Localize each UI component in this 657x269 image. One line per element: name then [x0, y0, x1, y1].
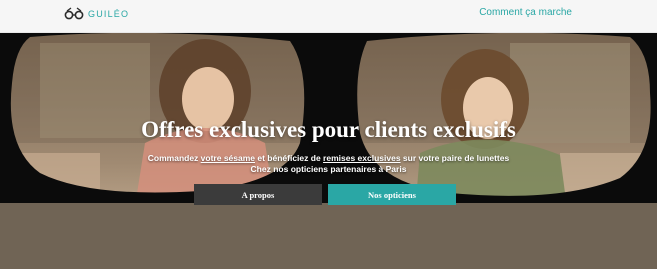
glasses-logo-icon — [64, 7, 84, 21]
how-it-works-link[interactable]: Comment ça marche — [479, 7, 572, 18]
hero-background-image — [0, 33, 657, 269]
exclusive-discounts-link[interactable]: remises exclusives — [323, 153, 401, 163]
top-navigation-bar: GUILÉO Comment ça marche — [0, 0, 657, 33]
brand-logo[interactable]: GUILÉO — [64, 7, 129, 21]
subtitle-line-1: Commandez votre sésame et bénéficiez de … — [147, 153, 510, 163]
about-button[interactable]: A propos — [194, 184, 322, 205]
hero-banner: Offres exclusives pour clients exclusifs… — [0, 33, 657, 269]
hero-subtitle: Commandez votre sésame et bénéficiez de … — [0, 153, 657, 175]
subtitle-line-2: Chez nos opticiens partenaires à Paris — [250, 164, 407, 174]
our-opticians-button[interactable]: Nos opticiens — [328, 184, 456, 205]
brand-name: GUILÉO — [88, 9, 130, 19]
hero-title: Offres exclusives pour clients exclusifs — [141, 117, 516, 142]
sesame-link[interactable]: votre sésame — [201, 153, 255, 163]
